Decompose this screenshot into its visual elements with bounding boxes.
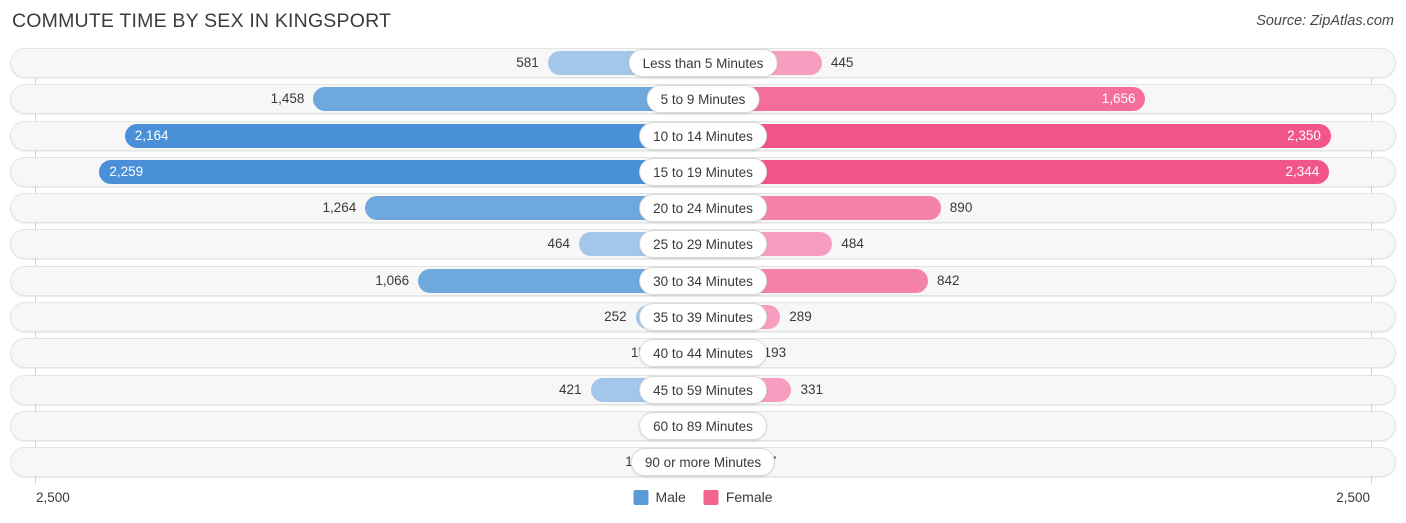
value-label-female: 842 (936, 272, 960, 288)
value-label-female: 2,350 (1287, 127, 1321, 143)
legend-swatch-female-icon (703, 489, 719, 505)
category-label-pill[interactable]: Less than 5 Minutes (628, 49, 778, 77)
value-label-female: 289 (789, 309, 812, 325)
value-label-female: 193 (763, 345, 787, 361)
chart-footer: 2,500 2,500 Male Female (0, 484, 1406, 523)
bar-row: 17315790 or more Minutes (0, 447, 1406, 478)
bar-row: 421 331 45 to 59 Minutes (0, 374, 1406, 405)
bar-row: 979960 to 89 Minutes (0, 410, 1406, 441)
category-label-pill[interactable]: 30 to 34 Minutes (639, 266, 767, 295)
value-label-female: 1,656 (1101, 91, 1136, 107)
category-label-pill[interactable]: 45 to 59 Minutes (639, 375, 767, 404)
legend-swatch-male-icon (633, 489, 649, 505)
source-attribution: Source: ZipAtlas.com (1256, 13, 1394, 29)
value-label-female: 484 (841, 236, 864, 252)
legend-item-female[interactable]: Female (703, 489, 773, 505)
category-label-pill[interactable]: 40 to 44 Minutes (639, 339, 767, 368)
bar-row: 464 484 25 to 29 Minutes (0, 229, 1406, 260)
value-label-male: 1,458 (270, 91, 305, 107)
value-label-male: 252 (604, 309, 627, 325)
page-title: COMMUTE TIME BY SEX IN KINGSPORT (12, 10, 392, 32)
legend-label-male: Male (655, 489, 686, 505)
axis-max-right: 2,500 (1336, 490, 1370, 505)
bar-row: 252 289 35 to 39 Minutes (0, 302, 1406, 333)
bar-row: 581 445 Less than 5 Minutes (0, 48, 1406, 78)
category-label-pill[interactable]: 15 to 19 Minutes (639, 157, 767, 186)
value-label-male: 1,066 (375, 272, 410, 288)
category-label-pill[interactable]: 10 to 14 Minutes (639, 121, 767, 150)
bar-female[interactable] (703, 159, 1330, 184)
category-label-pill[interactable]: 5 to 9 Minutes (646, 85, 760, 114)
chart-plot-area: 581 445 Less than 5 Minutes 1,458 1,656 5 to … (0, 48, 1406, 484)
bar-female[interactable] (703, 87, 1146, 112)
category-label-pill[interactable]: 25 to 29 Minutes (639, 230, 767, 259)
value-label-male: 421 (558, 381, 582, 397)
value-label-male: 2,259 (109, 163, 144, 179)
legend-item-male[interactable]: Male (633, 489, 686, 505)
value-label-male: 464 (547, 236, 571, 252)
bar-row: 1,066 842 30 to 34 Minutes (0, 265, 1406, 296)
value-label-female: 331 (800, 381, 823, 397)
category-label-pill[interactable]: 35 to 39 Minutes (639, 303, 767, 332)
legend-label-female: Female (725, 489, 773, 505)
bar-male[interactable] (313, 87, 703, 112)
bar-male[interactable] (99, 159, 703, 184)
value-label-male: 581 (516, 55, 539, 70)
value-label-female: 2,344 (1285, 163, 1320, 179)
value-label-male: 1,264 (322, 200, 357, 216)
category-label-pill[interactable]: 90 or more Minutes (630, 448, 776, 477)
axis-max-left: 2,500 (36, 490, 70, 505)
bar-row: 1,264 890 20 to 24 Minutes (0, 193, 1406, 224)
value-label-female: 890 (949, 200, 973, 216)
category-label-pill[interactable]: 20 to 24 Minutes (639, 194, 767, 223)
bar-female[interactable] (703, 123, 1331, 148)
chart-legend: Male Female (633, 489, 773, 505)
bar-row: 2,164 2,350 10 to 14 Minutes (0, 120, 1406, 151)
category-label-pill[interactable]: 60 to 89 Minutes (639, 411, 767, 440)
bar-rows: 581 445 Less than 5 Minutes 1,458 1,656 5 to … (0, 48, 1406, 484)
bar-row: 15219340 to 44 Minutes (0, 338, 1406, 369)
value-label-male: 2,164 (134, 127, 169, 143)
bar-row: 2,259 2,344 15 to 19 Minutes (0, 156, 1406, 187)
chart-header: COMMUTE TIME BY SEX IN KINGSPORT Source:… (0, 0, 1406, 46)
bar-row: 1,458 1,656 5 to 9 Minutes (0, 84, 1406, 115)
bar-male[interactable] (124, 123, 703, 148)
value-label-female: 445 (830, 55, 854, 70)
